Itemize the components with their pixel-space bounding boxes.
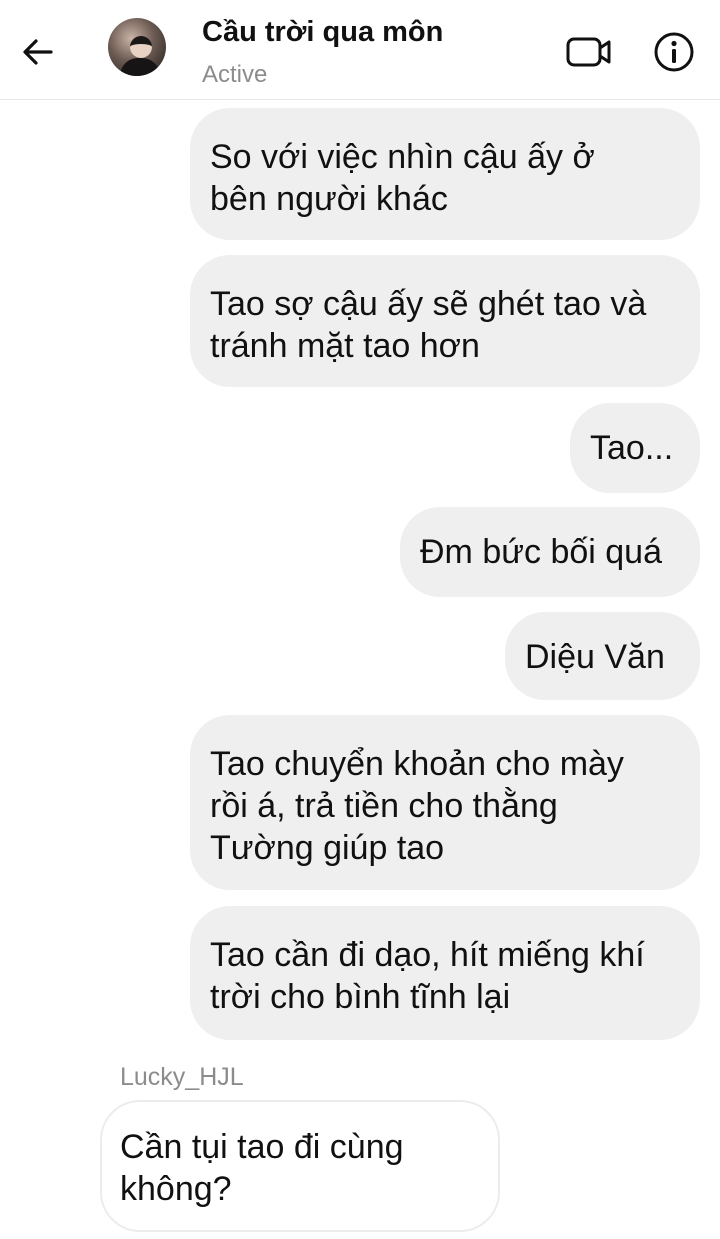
message-bubble-incoming[interactable]: Cần tụi tao đi cùng không? [100,1100,500,1232]
info-button[interactable] [650,28,698,76]
message-bubble-outgoing[interactable]: Tao... [570,403,700,493]
chat-title[interactable]: Cầu trời qua môn [202,16,443,49]
avatar[interactable] [108,18,166,76]
avatar-head [130,36,152,58]
active-status: Active [202,61,268,88]
video-camera-icon [566,37,611,67]
back-button[interactable] [16,30,60,74]
chat-header: Cầu trời qua môn Active [0,0,720,100]
video-call-button[interactable] [564,30,614,74]
sender-name: Lucky_HJL [120,1063,244,1091]
message-bubble-outgoing[interactable]: Diệu Văn [505,612,700,700]
arrow-left-icon [23,39,53,65]
message-bubble-outgoing[interactable]: Tao cần đi dạo, hít miếng khí trời cho b… [190,906,700,1040]
message-bubble-outgoing[interactable]: Tao sợ cậu ấy sẽ ghét tao và tránh mặt t… [190,255,700,387]
message-bubble-outgoing[interactable]: Đm bức bối quá [400,507,700,597]
message-bubble-outgoing[interactable]: So với việc nhìn cậu ấy ở bên người khác [190,108,700,240]
message-bubble-outgoing[interactable]: Tao chuyển khoản cho mày rồi á, trả tiền… [190,715,700,890]
info-circle-icon [654,32,694,72]
avatar-body [120,58,160,76]
